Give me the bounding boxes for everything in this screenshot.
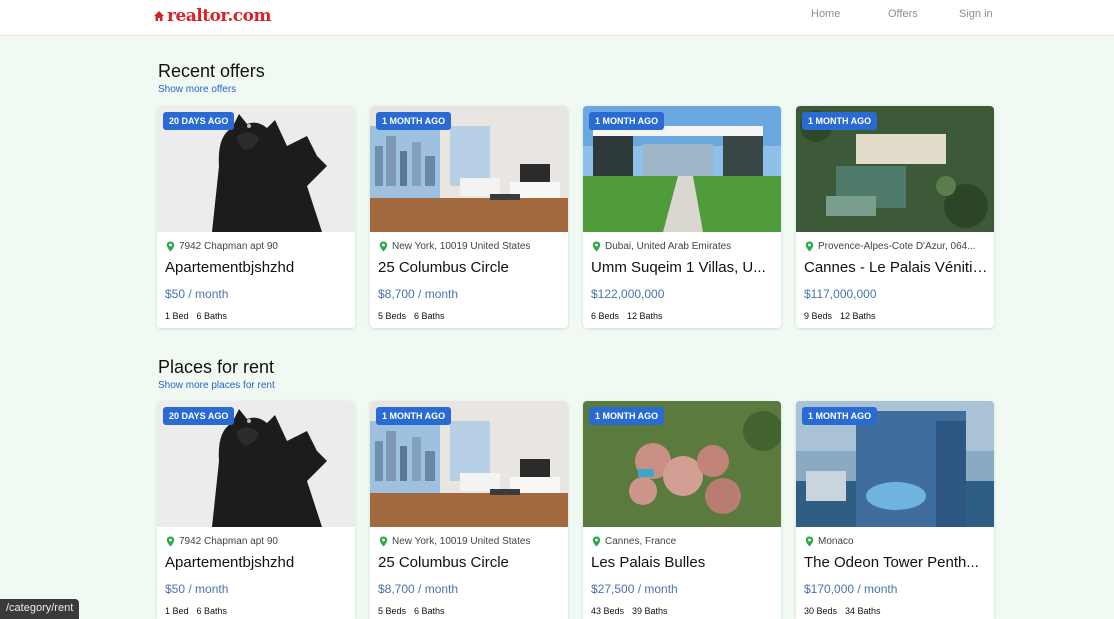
section-title-recent-offers: Recent offers	[158, 61, 265, 81]
show-more-rent-link[interactable]: Show more places for rent	[158, 380, 275, 391]
nav-home-link[interactable]: Home	[811, 8, 840, 20]
listing-title[interactable]: Cannes - Le Palais Vénitien	[804, 259, 988, 276]
listing-specs: 5 Beds 6 Baths	[378, 606, 453, 616]
listing-location-text: New York, 10019 United States	[392, 536, 531, 547]
listing-specs: 30 Beds 34 Baths	[804, 606, 889, 616]
status-bar-url: /category/rent	[0, 599, 80, 619]
listing-specs: 6 Beds 12 Baths	[591, 311, 671, 321]
location-pin-icon	[592, 536, 601, 547]
location-pin-icon	[166, 241, 175, 252]
listing-beds: 9 Beds	[804, 311, 833, 321]
listing-title[interactable]: 25 Columbus Circle	[378, 259, 562, 276]
show-more-offers-link[interactable]: Show more offers	[158, 84, 236, 95]
listing-location-text: Cannes, France	[605, 536, 677, 547]
listing-location: 7942 Chapman apt 90	[166, 241, 348, 252]
listing-specs: 1 Bed 6 Baths	[165, 606, 235, 616]
listing-location-text: 7942 Chapman apt 90	[179, 536, 278, 547]
listing-price: $50 / month	[165, 287, 229, 301]
house-icon	[154, 11, 164, 21]
listing-card[interactable]: 20 DAYS AGO 7942 Chapman apt 90 Aparteme…	[157, 401, 355, 619]
listing-age-badge: 20 DAYS AGO	[163, 112, 235, 130]
listing-card[interactable]: 1 MONTH AGO New York, 10019 United State…	[370, 401, 568, 619]
location-pin-icon	[379, 241, 388, 252]
listing-specs: 43 Beds 39 Baths	[591, 606, 676, 616]
listing-beds: 1 Bed	[165, 311, 189, 321]
location-pin-icon	[166, 536, 175, 547]
listing-card[interactable]: 1 MONTH AGO Provence-Alpes-Cote D'Azur, …	[796, 106, 994, 328]
listing-beds: 1 Bed	[165, 606, 189, 616]
listing-card[interactable]: 20 DAYS AGO 7942 Chapman apt 90 Aparteme…	[157, 106, 355, 328]
listing-baths: 6 Baths	[414, 606, 445, 616]
listing-card[interactable]: 1 MONTH AGO Cannes, France Les Palais Bu…	[583, 401, 781, 619]
listing-baths: 6 Baths	[196, 606, 228, 616]
listing-location-text: 7942 Chapman apt 90	[179, 241, 278, 252]
listing-location: New York, 10019 United States	[379, 536, 561, 547]
listing-price: $8,700 / month	[378, 287, 459, 301]
listing-baths: 12 Baths	[627, 311, 663, 321]
location-pin-icon	[592, 241, 601, 252]
listing-location: Dubai, United Arab Emirates	[592, 241, 774, 252]
listing-title[interactable]: Les Palais Bulles	[591, 554, 775, 571]
nav-offers-link[interactable]: Offers	[888, 8, 918, 20]
listing-specs: 1 Bed 6 Baths	[165, 311, 235, 321]
listing-price: $117,000,000	[804, 287, 877, 301]
listing-location: Provence-Alpes-Cote D'Azur, 064...	[805, 241, 987, 252]
listing-location-text: Provence-Alpes-Cote D'Azur, 064...	[818, 241, 976, 252]
listing-age-badge: 1 MONTH AGO	[589, 112, 665, 130]
listing-card[interactable]: 1 MONTH AGO Monaco The Odeon Tower Penth…	[796, 401, 994, 619]
listing-baths: 6 Baths	[414, 311, 445, 321]
listing-baths: 6 Baths	[196, 311, 228, 321]
listing-location: 7942 Chapman apt 90	[166, 536, 348, 547]
listing-location-text: Monaco	[818, 536, 854, 547]
listing-beds: 30 Beds	[804, 606, 838, 616]
location-pin-icon	[379, 536, 388, 547]
location-pin-icon	[805, 536, 814, 547]
listing-specs: 5 Beds 6 Baths	[378, 311, 453, 321]
listing-beds: 5 Beds	[378, 606, 407, 616]
listing-price: $27,500 / month	[591, 582, 678, 596]
section-title-places-for-rent: Places for rent	[158, 357, 275, 377]
nav-sign-in-link[interactable]: Sign in	[959, 8, 993, 20]
listing-beds: 6 Beds	[591, 311, 620, 321]
listing-age-badge: 1 MONTH AGO	[802, 407, 878, 425]
listing-age-badge: 20 DAYS AGO	[163, 407, 235, 425]
listing-location: Monaco	[805, 536, 987, 547]
listing-age-badge: 1 MONTH AGO	[376, 407, 452, 425]
listing-price: $170,000 / month	[804, 582, 898, 596]
listing-age-badge: 1 MONTH AGO	[376, 112, 452, 130]
listing-beds: 43 Beds	[591, 606, 625, 616]
listing-baths: 34 Baths	[845, 606, 881, 616]
listing-specs: 9 Beds 12 Baths	[804, 311, 884, 321]
listing-location-text: New York, 10019 United States	[392, 241, 531, 252]
listing-baths: 12 Baths	[840, 311, 876, 321]
listing-baths: 39 Baths	[632, 606, 668, 616]
listing-card[interactable]: 1 MONTH AGO Dubai, United Arab Emirates …	[583, 106, 781, 328]
listing-price: $122,000,000	[591, 287, 665, 301]
brand-name: realtor.com	[167, 6, 271, 26]
listing-title[interactable]: 25 Columbus Circle	[378, 554, 562, 571]
realtor-logo[interactable]: realtor.com	[153, 6, 271, 26]
listing-title[interactable]: Apartementbjshzhd	[165, 259, 349, 276]
listing-title[interactable]: The Odeon Tower Penth...	[804, 554, 988, 571]
listing-location: New York, 10019 United States	[379, 241, 561, 252]
listing-price: $50 / month	[165, 582, 229, 596]
top-nav-bar: realtor.com Home Offers Sign in	[0, 0, 1114, 36]
listing-card[interactable]: 1 MONTH AGO New York, 10019 United State…	[370, 106, 568, 328]
listing-location-text: Dubai, United Arab Emirates	[605, 241, 732, 252]
listing-age-badge: 1 MONTH AGO	[589, 407, 665, 425]
listing-title[interactable]: Umm Suqeim 1 Villas, U...	[591, 259, 775, 276]
listing-title[interactable]: Apartementbjshzhd	[165, 554, 349, 571]
listing-location: Cannes, France	[592, 536, 774, 547]
listing-age-badge: 1 MONTH AGO	[802, 112, 878, 130]
listing-beds: 5 Beds	[378, 311, 407, 321]
location-pin-icon	[805, 241, 814, 252]
listing-price: $8,700 / month	[378, 582, 459, 596]
